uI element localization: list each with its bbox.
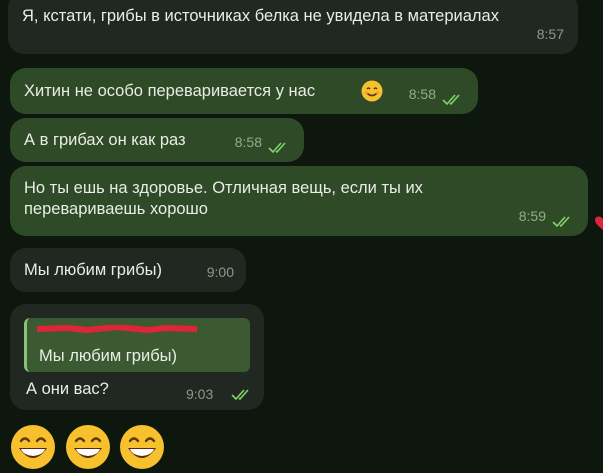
- message-text: Хитин не особо переваривается у нас: [24, 82, 316, 100]
- message-bubble-incoming[interactable]: Я, кстати, грибы в источниках белка не у…: [8, 0, 578, 54]
- message-bubble-outgoing[interactable]: Хитин не особо переваривается у нас 8:58: [10, 68, 478, 114]
- double-check-icon: [268, 141, 290, 155]
- redacted-name: [37, 325, 197, 333]
- message-text: А в грибах он как раз: [24, 131, 186, 149]
- grinning-face-icon[interactable]: [119, 424, 165, 470]
- message-text: А они вас?: [26, 380, 109, 398]
- reply-quote-text: Мы любим грибы): [39, 347, 178, 365]
- message-time: 8:58: [234, 134, 262, 150]
- message-time: 9:00: [206, 264, 234, 280]
- message-time: 9:03: [186, 386, 214, 402]
- double-check-icon: [231, 388, 253, 407]
- reply-quote[interactable]: Мы любим грибы): [24, 318, 250, 372]
- message-text: Но ты ешь на здоровье. Отличная вещь, ес…: [24, 179, 423, 218]
- message-time: 8:59: [518, 208, 546, 224]
- message-bubble-outgoing[interactable]: Но ты ешь на здоровье. Отличная вещь, ес…: [10, 166, 588, 236]
- message-text: Я, кстати, грибы в источниках белка не у…: [22, 7, 499, 25]
- double-check-icon: [552, 215, 574, 229]
- grinning-face-icon[interactable]: [65, 424, 111, 470]
- heart-icon[interactable]: [589, 214, 603, 232]
- message-bubble-outgoing[interactable]: А в грибах он как раз 8:58: [10, 118, 304, 162]
- message-time: 8:57: [536, 26, 564, 42]
- message-time: 8:58: [408, 86, 436, 102]
- double-check-icon: [442, 93, 464, 107]
- smiling-face-icon: [361, 80, 383, 102]
- grinning-face-icon[interactable]: [10, 424, 56, 470]
- message-text: Мы любим грибы): [24, 261, 163, 279]
- message-bubble-incoming[interactable]: Мы любим грибы) 9:00: [10, 248, 246, 292]
